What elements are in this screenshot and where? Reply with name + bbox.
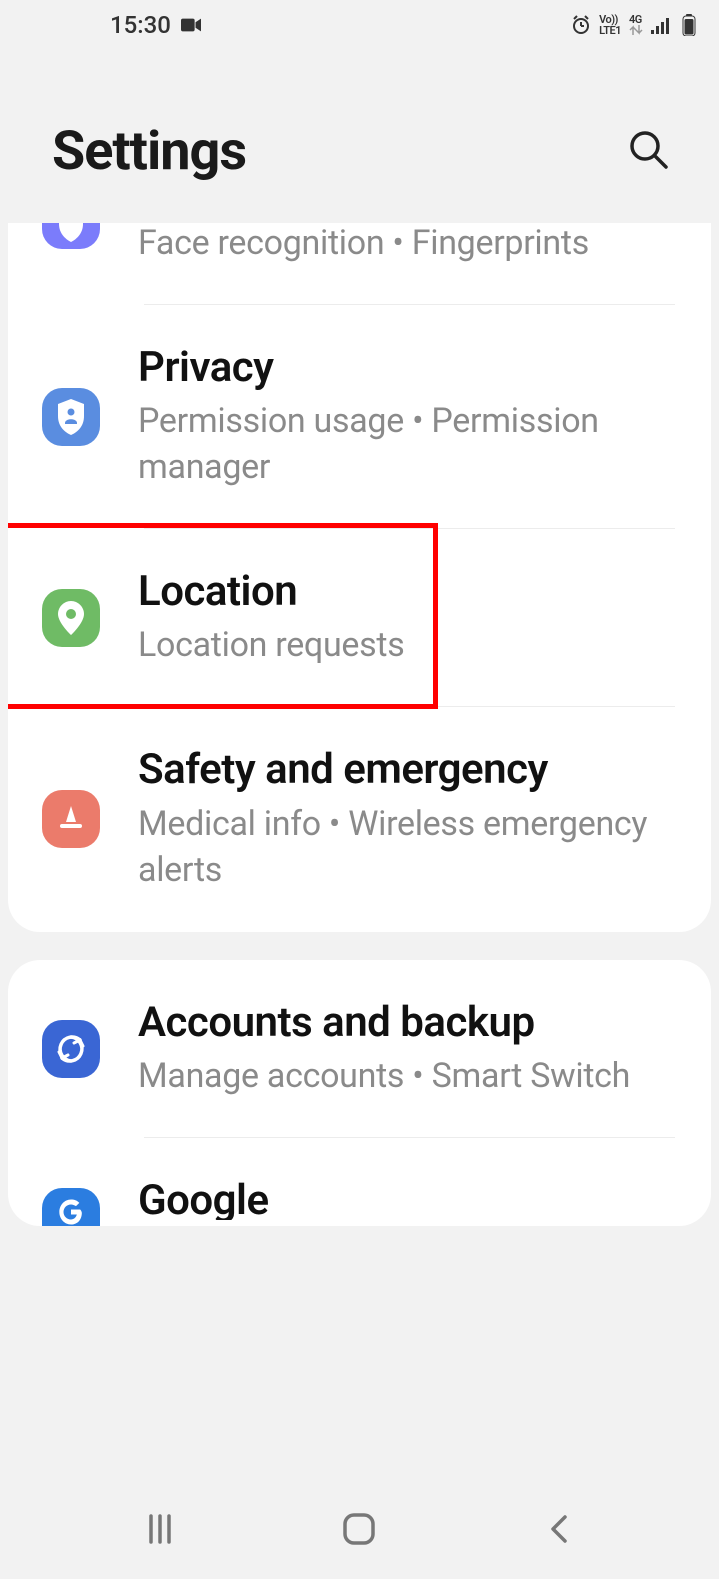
back-icon <box>545 1511 573 1547</box>
item-title: Safety and emergency <box>138 745 691 795</box>
item-subtitle: Face recognition • Fingerprints <box>138 223 691 267</box>
item-subtitle: Manage accounts • Smart Switch <box>138 1054 691 1100</box>
search-icon <box>628 129 670 171</box>
recents-button[interactable] <box>135 1504 185 1554</box>
item-title: Location <box>138 567 691 617</box>
volte-indicator: Vo))LTE1 <box>599 14 621 36</box>
search-button[interactable] <box>627 128 671 172</box>
item-subtitle: Permission usage • Permission manager <box>138 399 691 491</box>
settings-item-security[interactable]: Security Face recognition • Fingerprints <box>8 223 711 305</box>
network-indicator: 4G <box>629 14 643 37</box>
home-icon <box>341 1511 377 1547</box>
recents-icon <box>143 1512 177 1546</box>
status-bar: 15:30 Vo))LTE1 4G <box>0 0 719 50</box>
security-icon <box>42 223 100 249</box>
item-title: Accounts and backup <box>138 998 691 1048</box>
settings-item-location[interactable]: Location Location requests <box>8 529 711 707</box>
battery-icon <box>679 15 699 35</box>
item-subtitle: Medical info • Wireless emergency alerts <box>138 802 691 894</box>
signal-icon <box>651 15 671 35</box>
settings-list[interactable]: Security Face recognition • Fingerprints… <box>0 223 719 1488</box>
navigation-bar <box>0 1479 719 1579</box>
google-icon <box>42 1188 100 1226</box>
settings-group-2: Accounts and backup Manage accounts • Sm… <box>8 960 711 1226</box>
settings-item-google[interactable]: Google <box>8 1138 711 1226</box>
item-title: Privacy <box>138 343 691 393</box>
location-icon <box>42 589 100 647</box>
status-time: 15:30 <box>110 11 171 39</box>
privacy-icon <box>42 388 100 446</box>
home-button[interactable] <box>334 1504 384 1554</box>
settings-item-privacy[interactable]: Privacy Permission usage • Permission ma… <box>8 305 711 529</box>
settings-item-safety[interactable]: Safety and emergency Medical info • Wire… <box>8 707 711 931</box>
video-icon <box>181 15 201 35</box>
settings-group-1: Security Face recognition • Fingerprints… <box>8 223 711 932</box>
alarm-icon <box>571 15 591 35</box>
accounts-icon <box>42 1020 100 1078</box>
page-header: Settings <box>0 50 719 223</box>
back-button[interactable] <box>534 1504 584 1554</box>
page-title: Settings <box>52 120 246 183</box>
safety-icon <box>42 790 100 848</box>
settings-item-accounts[interactable]: Accounts and backup Manage accounts • Sm… <box>8 960 711 1138</box>
item-title: Google <box>138 1176 691 1220</box>
item-subtitle: Location requests <box>138 623 691 669</box>
